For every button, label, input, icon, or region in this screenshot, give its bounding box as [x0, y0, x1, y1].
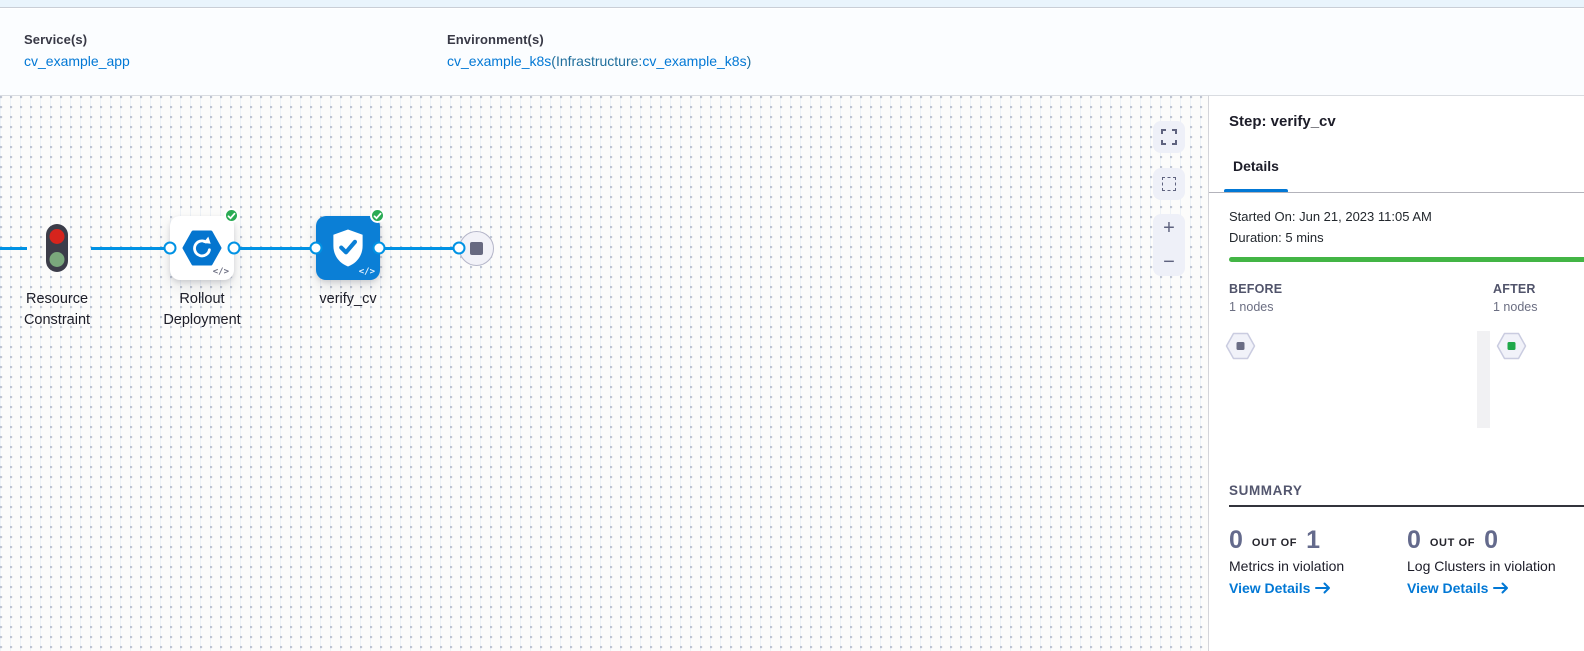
app-root: Service(s) cv_example_app Environment(s)…	[0, 0, 1584, 651]
zoom-out-button[interactable]: −	[1153, 252, 1185, 272]
port-end-in	[453, 242, 466, 255]
stop-icon	[470, 242, 483, 255]
service-block: Service(s) cv_example_app	[24, 32, 130, 69]
zoom-in-button[interactable]: +	[1153, 218, 1185, 238]
panel-title: Step: verify_cv	[1229, 113, 1336, 130]
environment-block: Environment(s) cv_example_k8s(Infrastruc…	[447, 32, 751, 69]
infrastructure-link[interactable]: cv_example_k8s	[642, 53, 746, 69]
before-after-divider[interactable]	[1477, 331, 1490, 428]
log-clusters-view-details-link[interactable]: View Details	[1407, 580, 1582, 596]
node-resource-constraint[interactable]	[46, 224, 68, 272]
out-of-label: OUT OF	[1252, 537, 1297, 549]
arrow-right-icon	[1315, 582, 1331, 594]
log-clusters-violation-caption: Log Clusters in violation	[1407, 558, 1582, 574]
arrow-right-icon	[1493, 582, 1509, 594]
edge-rollout-to-verify	[234, 247, 316, 250]
verify-shield-icon	[329, 228, 367, 268]
node-verify-cv[interactable]: </>	[316, 216, 380, 280]
step-yaml-icon: </>	[359, 267, 375, 277]
success-check-badge	[370, 208, 385, 223]
summary-divider	[1229, 505, 1584, 507]
after-node-hexagon[interactable]	[1496, 332, 1527, 365]
metrics-violation-caption: Metrics in violation	[1229, 558, 1399, 574]
node-label-verify-cv: verify_cv	[273, 289, 423, 310]
port-verify-out	[373, 242, 386, 255]
metrics-total-value: 1	[1306, 526, 1320, 555]
port-rollout-out	[228, 242, 241, 255]
success-check-badge	[224, 208, 239, 223]
tab-row-divider	[1209, 192, 1584, 193]
before-label: BEFORE	[1229, 282, 1282, 296]
started-on-text: Started On: Jun 21, 2023 11:05 AM	[1229, 209, 1432, 224]
execution-context-header: Service(s) cv_example_app Environment(s)…	[0, 9, 1584, 95]
verification-progress-bar	[1229, 257, 1584, 262]
edge-constraint-to-rollout	[91, 247, 171, 250]
node-rollout-deployment[interactable]: </>	[170, 216, 234, 280]
pipeline-canvas[interactable]: Resource Constraint </> Rollout Deployme…	[0, 95, 1208, 651]
infrastructure-prefix: (Infrastructure:	[551, 53, 642, 69]
zoom-controls: + −	[1153, 214, 1185, 276]
infrastructure-suffix: )	[747, 53, 752, 69]
log-clusters-violation-summary: 0 OUT OF 0 Log Clusters in violation Vie…	[1407, 526, 1582, 596]
tab-details[interactable]: Details	[1233, 158, 1279, 174]
top-strip	[0, 0, 1584, 8]
edge-incoming	[0, 247, 27, 250]
before-node-hexagon[interactable]	[1225, 332, 1256, 365]
fullscreen-icon	[1161, 129, 1177, 145]
environment-label: Environment(s)	[447, 32, 751, 47]
port-verify-in	[310, 242, 323, 255]
metrics-view-details-link[interactable]: View Details	[1229, 580, 1399, 596]
metrics-violation-summary: 0 OUT OF 1 Metrics in violation View Det…	[1229, 526, 1399, 596]
metrics-violation-value: 0	[1229, 526, 1243, 555]
environment-link[interactable]: cv_example_k8s	[447, 53, 551, 69]
traffic-red-light-icon	[50, 229, 65, 244]
edge-verify-to-end	[379, 247, 459, 250]
log-clusters-violation-value: 0	[1407, 526, 1421, 555]
node-label-rollout-deployment: Rollout Deployment	[127, 289, 277, 331]
traffic-green-light-icon	[50, 252, 65, 267]
summary-label: SUMMARY	[1229, 483, 1302, 498]
rollout-deployment-icon	[182, 229, 222, 267]
fit-to-screen-button[interactable]	[1153, 168, 1185, 200]
port-rollout-in	[164, 242, 177, 255]
after-count: 1 nodes	[1493, 300, 1537, 314]
before-count: 1 nodes	[1229, 300, 1273, 314]
step-details-panel: Step: verify_cv Details Started On: Jun …	[1208, 95, 1584, 651]
selection-box-icon	[1162, 177, 1176, 191]
node-label-resource-constraint: Resource Constraint	[0, 289, 132, 331]
service-label: Service(s)	[24, 32, 130, 47]
step-yaml-icon: </>	[213, 267, 229, 277]
fullscreen-button[interactable]	[1153, 121, 1185, 153]
log-clusters-total-value: 0	[1484, 526, 1498, 555]
out-of-label: OUT OF	[1430, 537, 1475, 549]
service-link[interactable]: cv_example_app	[24, 53, 130, 69]
after-label: AFTER	[1493, 282, 1536, 296]
duration-text: Duration: 5 mins	[1229, 230, 1324, 245]
